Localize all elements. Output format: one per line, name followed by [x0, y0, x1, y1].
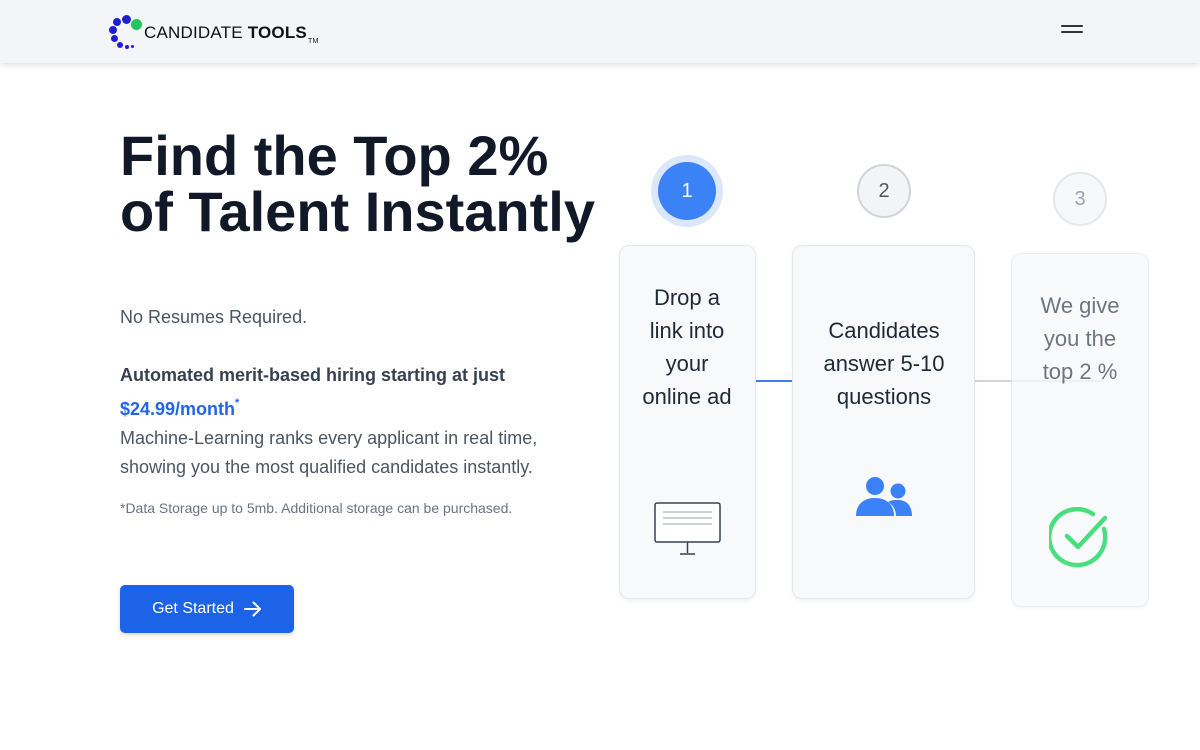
price: $24.99/month*	[120, 397, 240, 419]
hamburger-menu-icon[interactable]	[1058, 20, 1086, 44]
step-number-3[interactable]: 3	[1053, 172, 1107, 226]
users-icon	[856, 477, 912, 516]
logo[interactable]: CANDIDATE TOOLSTM	[108, 14, 318, 50]
hero-description: Machine-Learning ranks every applicant i…	[120, 428, 538, 477]
step-text-1: Drop a link into your online ad	[642, 285, 732, 409]
hero-subtitle: No Resumes Required.	[120, 307, 308, 327]
step-text-2: Candidates answer 5-10 questions	[823, 318, 945, 409]
step-number-2[interactable]: 2	[857, 164, 911, 218]
logo-dots-icon	[108, 14, 144, 50]
page-title: Find the Top 2% of Talent Instantly	[120, 124, 595, 243]
step-connector-1-2	[756, 380, 792, 382]
promo-text: Automated merit-based hiring starting at…	[120, 365, 506, 385]
get-started-label: Get Started	[152, 600, 234, 617]
storage-footnote: *Data Storage up to 5mb. Additional stor…	[120, 500, 513, 516]
step-card-2	[792, 245, 975, 599]
arrow-right-icon	[243, 601, 261, 617]
logo-wordmark: CANDIDATE TOOLSTM	[144, 23, 319, 45]
step-text-3: We give you the top 2 %	[1040, 293, 1120, 384]
step-number-1[interactable]: 1	[658, 162, 716, 220]
check-circle-icon	[1049, 507, 1108, 568]
site-header: CANDIDATE TOOLSTM	[0, 0, 1200, 63]
pricing-promo: Automated merit-based hiring starting at…	[120, 360, 580, 424]
monitor-icon	[654, 502, 721, 555]
get-started-button[interactable]: Get Started	[120, 585, 294, 633]
